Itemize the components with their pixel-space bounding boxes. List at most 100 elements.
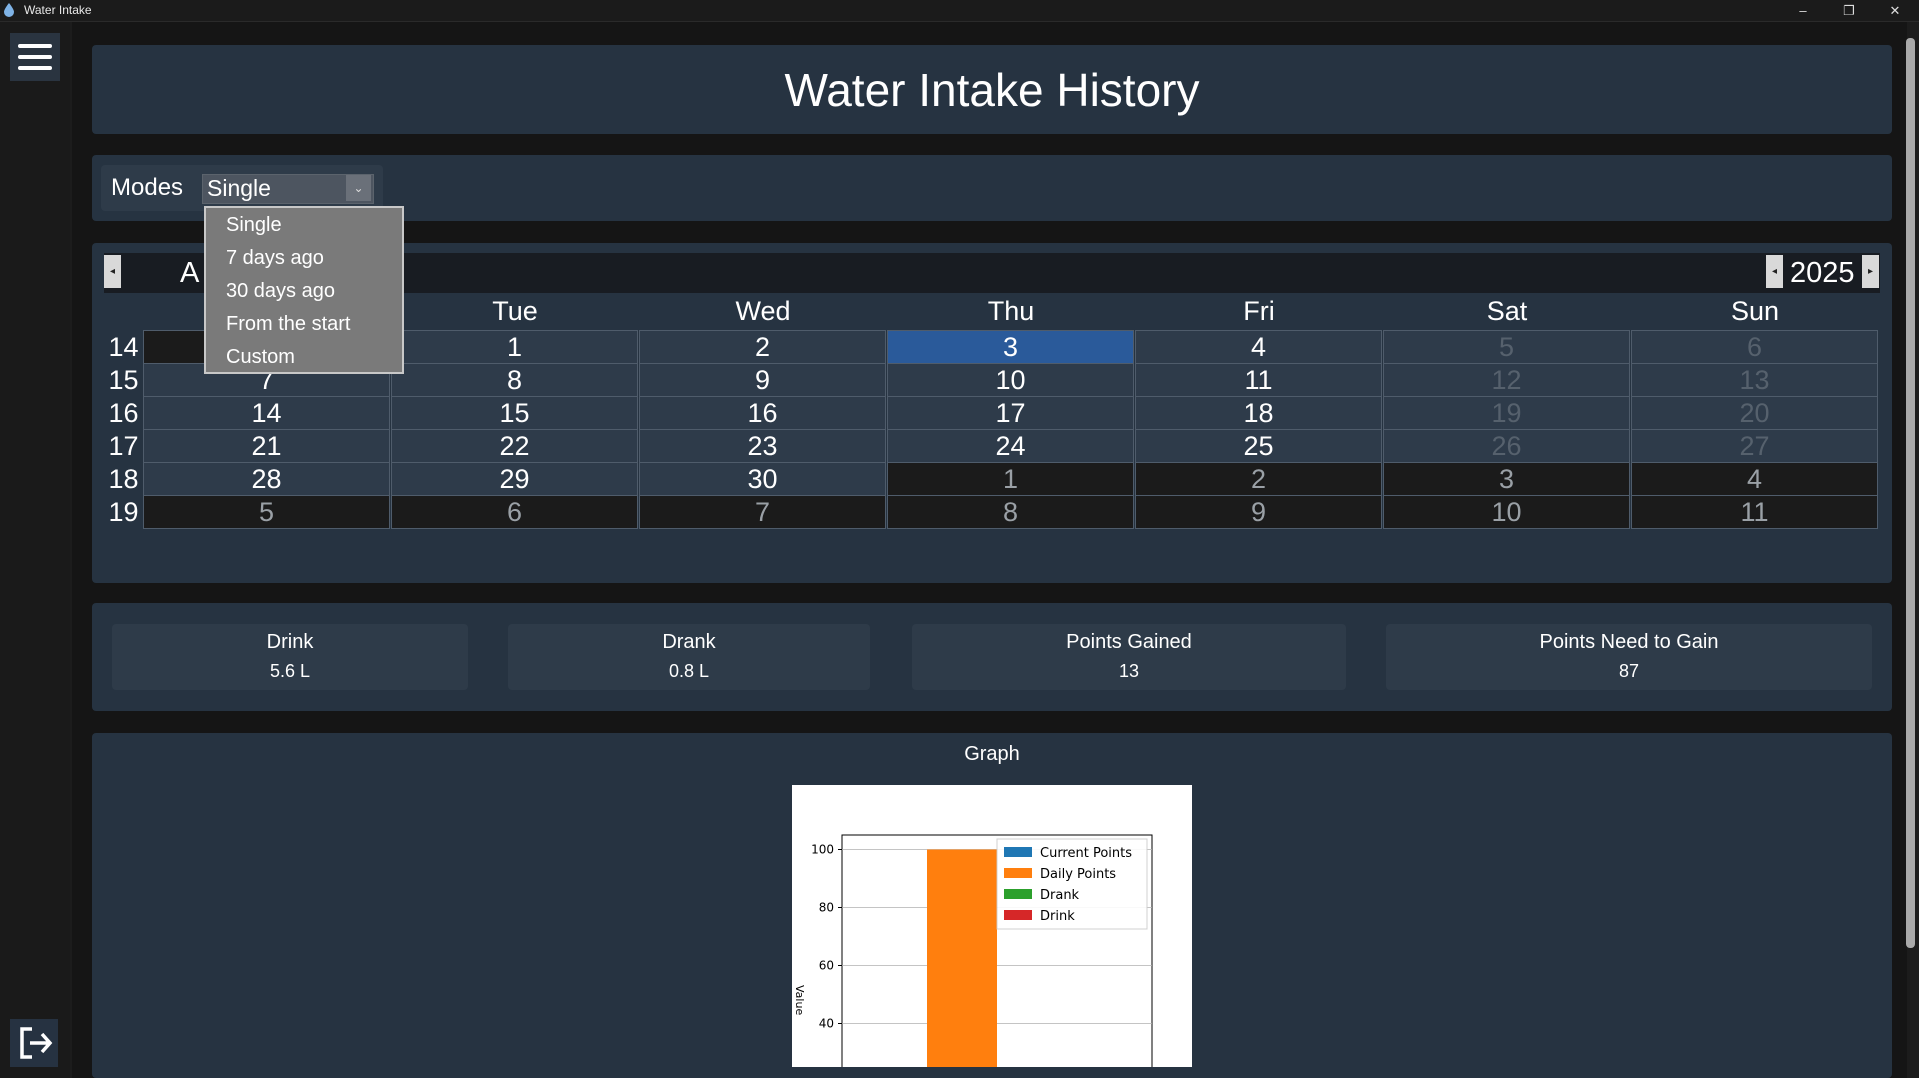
y-tick-label: 80 <box>819 901 834 915</box>
calendar-day[interactable]: 22 <box>391 429 638 463</box>
calendar-day[interactable]: 30 <box>639 462 886 496</box>
stat-value: 5.6 L <box>269 661 311 681</box>
chevron-down-icon[interactable]: ⌄ <box>346 175 371 201</box>
y-tick-label: 60 <box>819 959 834 973</box>
legend-label: Drank <box>1040 888 1080 903</box>
weekday-label: Sun <box>1730 296 1780 326</box>
close-button[interactable]: ✕ <box>1872 0 1918 21</box>
calendar-day[interactable]: 8 <box>887 495 1134 529</box>
week-number: 15 <box>108 365 139 395</box>
calendar-day[interactable]: 24 <box>887 429 1134 463</box>
calendar-day[interactable]: 1 <box>887 462 1134 496</box>
week-number: 18 <box>108 464 139 494</box>
calendar-day[interactable]: 11 <box>1135 363 1382 397</box>
calendar-day[interactable]: 14 <box>143 396 390 430</box>
calendar-day[interactable]: 25 <box>1135 429 1382 463</box>
title-panel: Water Intake History <box>92 45 1892 134</box>
calendar-day[interactable]: 15 <box>391 396 638 430</box>
prev-month-button[interactable]: ◂ <box>104 255 121 288</box>
stat-card: Drank 0.8 L <box>508 624 870 690</box>
calendar-day[interactable]: 18 <box>1135 396 1382 430</box>
year-label[interactable]: 2025 <box>1790 257 1855 290</box>
stat-value: 0.8 L <box>668 661 710 681</box>
vertical-scrollbar[interactable] <box>1906 38 1915 948</box>
calendar-day[interactable]: 8 <box>391 363 638 397</box>
calendar-day[interactable]: 20 <box>1631 396 1878 430</box>
y-axis-label: Value <box>793 985 806 1015</box>
modes-option[interactable]: From the start <box>226 313 350 336</box>
calendar-day[interactable]: 9 <box>639 363 886 397</box>
legend-swatch <box>1004 889 1032 899</box>
y-tick-label: 100 <box>811 843 834 857</box>
modes-option[interactable]: 7 days ago <box>226 247 324 270</box>
stat-card: Points Need to Gain 87 <box>1386 624 1872 690</box>
calendar-day[interactable]: 6 <box>1631 330 1878 364</box>
logout-icon <box>20 1027 53 1059</box>
calendar-day[interactable]: 10 <box>887 363 1134 397</box>
calendar-day[interactable]: 4 <box>1631 462 1878 496</box>
calendar-day[interactable]: 1 <box>391 330 638 364</box>
calendar-day[interactable]: 2 <box>1135 462 1382 496</box>
weekday-label: Fri <box>1243 296 1275 326</box>
calendar-day[interactable]: 29 <box>391 462 638 496</box>
calendar-day[interactable]: 19 <box>1383 396 1630 430</box>
modes-label: Modes <box>111 174 184 201</box>
legend-label: Drink <box>1040 909 1075 924</box>
weekday-label: Thu <box>987 296 1035 326</box>
week-number: 16 <box>108 398 139 428</box>
calendar-day[interactable]: 12 <box>1383 363 1630 397</box>
menu-icon <box>18 44 52 48</box>
week-number: 14 <box>108 332 139 362</box>
modes-option[interactable]: Custom <box>226 346 295 369</box>
calendar-day[interactable]: 5 <box>1383 330 1630 364</box>
month-label[interactable]: A <box>180 257 199 290</box>
stat-value: 13 <box>1118 661 1140 681</box>
minimize-button[interactable]: – <box>1780 0 1826 21</box>
legend-label: Current Points <box>1040 846 1132 861</box>
stat-label: Drank <box>662 631 716 653</box>
calendar-day[interactable]: 7 <box>639 495 886 529</box>
calendar-day[interactable]: 2 <box>639 330 886 364</box>
calendar-day[interactable]: 26 <box>1383 429 1630 463</box>
calendar-day[interactable]: 3 <box>1383 462 1630 496</box>
restore-button[interactable]: ❐ <box>1826 0 1872 21</box>
hamburger-menu-button[interactable] <box>10 33 60 81</box>
bar-daily-points <box>927 849 997 1077</box>
stat-card: Points Gained 13 <box>912 624 1346 690</box>
calendar-day[interactable]: 27 <box>1631 429 1878 463</box>
calendar-day[interactable]: 13 <box>1631 363 1878 397</box>
stat-card: Drink 5.6 L <box>112 624 468 690</box>
calendar-day[interactable]: 3 <box>887 330 1134 364</box>
calendar-day[interactable]: 4 <box>1135 330 1382 364</box>
weekday-label: Tue <box>492 296 538 326</box>
week-number: 17 <box>108 431 139 461</box>
logout-button[interactable] <box>10 1019 58 1067</box>
legend-label: Daily Points <box>1040 867 1116 882</box>
calendar-day[interactable]: 5 <box>143 495 390 529</box>
graph-label: Graph <box>964 743 1020 765</box>
modes-selected-value[interactable]: Single <box>207 175 271 202</box>
modes-dropdown: Single 7 days ago 30 days ago From the star… <box>204 206 404 374</box>
calendar-day[interactable]: 21 <box>143 429 390 463</box>
modes-option[interactable]: 30 days ago <box>226 280 335 303</box>
calendar-day[interactable]: 16 <box>639 396 886 430</box>
legend-swatch <box>1004 847 1032 857</box>
calendar-day[interactable]: 23 <box>639 429 886 463</box>
menu-icon-bar <box>18 55 52 59</box>
calendar-day[interactable]: 6 <box>391 495 638 529</box>
prev-year-button[interactable]: ◂ <box>1766 255 1783 288</box>
stat-label: Points Need to Gain <box>1539 631 1719 653</box>
legend-swatch <box>1004 910 1032 920</box>
weekday-label: Wed <box>735 296 791 326</box>
modes-option[interactable]: Single <box>226 214 282 237</box>
chart-svg: 100 80 60 40 Value Current Points Daily Points… <box>793 834 1153 1078</box>
calendar-day[interactable]: 11 <box>1631 495 1878 529</box>
calendar-day[interactable]: 28 <box>143 462 390 496</box>
calendar-day[interactable]: 10 <box>1383 495 1630 529</box>
stat-label: Points Gained <box>1066 631 1192 653</box>
window-title: Water Intake <box>24 3 92 17</box>
calendar-day[interactable]: 17 <box>887 396 1134 430</box>
calendar-day[interactable]: 9 <box>1135 495 1382 529</box>
next-year-button[interactable]: ▸ <box>1862 255 1879 288</box>
menu-icon-bar <box>18 66 52 70</box>
